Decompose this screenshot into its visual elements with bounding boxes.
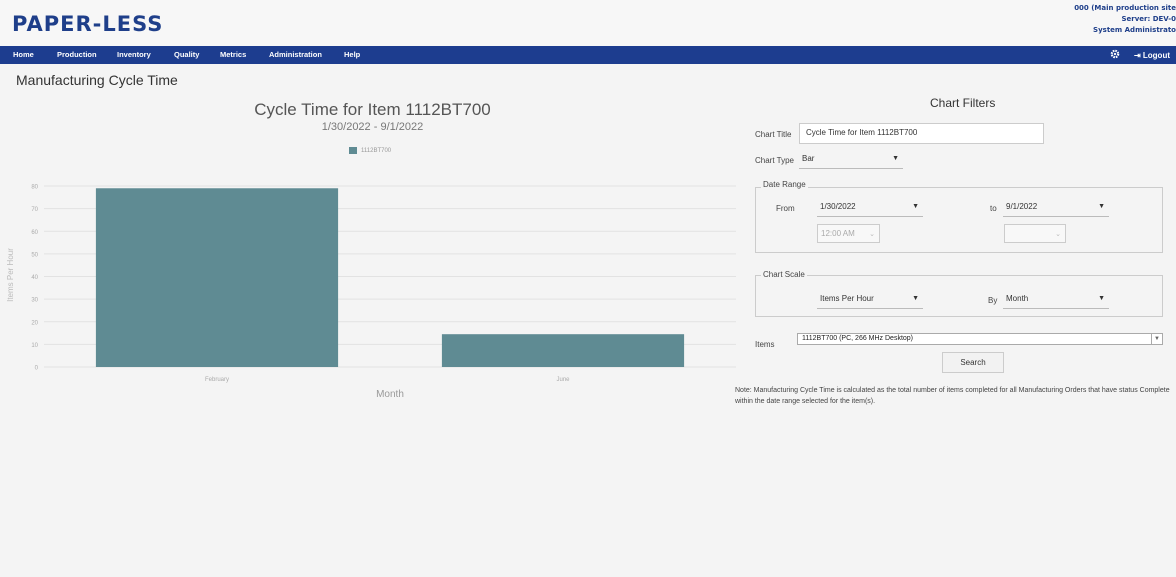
nav-help[interactable]: Help (344, 50, 360, 59)
to-date-dropdown[interactable]: 9/1/2022 ▼ (1003, 198, 1109, 217)
chevron-down-icon: ▼ (1098, 295, 1105, 302)
from-date-value: 1/30/2022 (820, 202, 856, 211)
gear-icon[interactable] (1110, 49, 1120, 61)
y-axis-label: Items Per Hour (6, 248, 15, 302)
legend-label: 1112BT700 (361, 147, 392, 154)
bar-chart: Items Per Hour Month 0 10 20 30 40 50 60 70 80 Fe… (6, 185, 736, 400)
to-date-value: 9/1/2022 (1006, 202, 1038, 211)
y-tick-label: 0 (35, 366, 39, 372)
from-time-value: 12:00 AM (821, 229, 855, 238)
scale-value: Items Per Hour (820, 294, 874, 303)
y-tick-label: 50 (31, 252, 38, 258)
bar-june[interactable] (441, 334, 685, 367)
chevron-down-icon: ▼ (1151, 334, 1162, 344)
from-label: From (776, 204, 795, 213)
y-tick-label: 10 (31, 343, 38, 349)
x-axis-label: Month (376, 389, 404, 400)
nav-administration[interactable]: Administration (269, 50, 322, 59)
y-tick-label: 20 (31, 320, 38, 326)
user-name: System Administrato (1093, 26, 1176, 34)
chart-scale-label: Chart Scale (761, 270, 807, 279)
nav-right: ⇥ Logout (1110, 49, 1170, 61)
chart-type-label: Chart Type (755, 156, 794, 165)
logout-button[interactable]: ⇥ Logout (1134, 51, 1170, 60)
legend-swatch (349, 147, 357, 154)
chart-legend[interactable]: 1112BT700 (349, 147, 391, 154)
logout-label: Logout (1142, 50, 1170, 60)
chevron-down-icon: ⌄ (869, 231, 875, 238)
items-select[interactable]: 1112BT700 (PC, 266 MHz Desktop) ▼ (797, 333, 1163, 345)
y-tick-label: 80 (31, 185, 38, 191)
chevron-down-icon: ▼ (1098, 203, 1105, 210)
to-label: to (990, 204, 997, 213)
x-tick-label: June (556, 377, 570, 383)
calculation-note: Note: Manufacturing Cycle Time is calcul… (735, 387, 1170, 405)
y-tick-label: 40 (31, 275, 38, 281)
main-nav: Home Production Inventory Quality Metric… (0, 46, 1176, 64)
sign-out-icon: ⇥ (1133, 50, 1141, 60)
y-tick-label: 70 (31, 207, 38, 213)
chevron-down-icon: ▼ (912, 203, 919, 210)
filters-title: Chart Filters (930, 96, 996, 110)
from-time-dropdown[interactable]: 12:00 AM ⌄ (817, 224, 880, 243)
x-tick-label: February (205, 377, 229, 383)
app-logo[interactable]: PAPER-LESS (12, 12, 163, 36)
chart-title-input[interactable]: Cycle Time for Item 1112BT700 (799, 123, 1044, 144)
chart-type-value: Bar (802, 154, 815, 163)
chevron-down-icon: ⌄ (1055, 231, 1061, 238)
y-tick-label: 60 (31, 230, 38, 236)
nav-home[interactable]: Home (13, 50, 34, 59)
chart-subtitle: 1/30/2022 - 9/1/2022 (321, 121, 424, 133)
by-dropdown[interactable]: Month ▼ (1003, 290, 1109, 309)
y-tick-label: 30 (31, 298, 38, 304)
nav-metrics[interactable]: Metrics (220, 50, 246, 59)
nav-inventory[interactable]: Inventory (117, 50, 151, 59)
chevron-down-icon: ▼ (892, 155, 899, 162)
site-name: 000 (Main production site (1074, 4, 1176, 12)
site-info: 000 (Main production site Server: DEV-0 … (1074, 3, 1176, 36)
date-range-group (755, 187, 1163, 253)
search-button[interactable]: Search (942, 352, 1004, 373)
from-date-dropdown[interactable]: 1/30/2022 ▼ (817, 198, 923, 217)
date-range-label: Date Range (761, 180, 808, 189)
chart-type-dropdown[interactable]: Bar ▼ (799, 150, 903, 169)
by-label: By (988, 296, 998, 305)
chart-title-label: Chart Title (755, 130, 792, 139)
page-title: Manufacturing Cycle Time (16, 72, 178, 88)
bar-february[interactable] (95, 188, 339, 367)
app-header: PAPER-LESS 000 (Main production site Ser… (0, 0, 1176, 46)
by-value: Month (1006, 294, 1029, 303)
items-label: Items (755, 340, 775, 349)
scale-dropdown[interactable]: Items Per Hour ▼ (817, 290, 923, 309)
nav-production[interactable]: Production (57, 50, 97, 59)
nav-quality[interactable]: Quality (174, 50, 199, 59)
chevron-down-icon: ▼ (912, 295, 919, 302)
items-value: 1112BT700 (PC, 266 MHz Desktop) (802, 335, 914, 342)
server-name: Server: DEV-0 (1121, 15, 1176, 23)
to-time-dropdown[interactable]: ⌄ (1004, 224, 1066, 243)
chart-title: Cycle Time for Item 1112BT700 (254, 100, 491, 119)
